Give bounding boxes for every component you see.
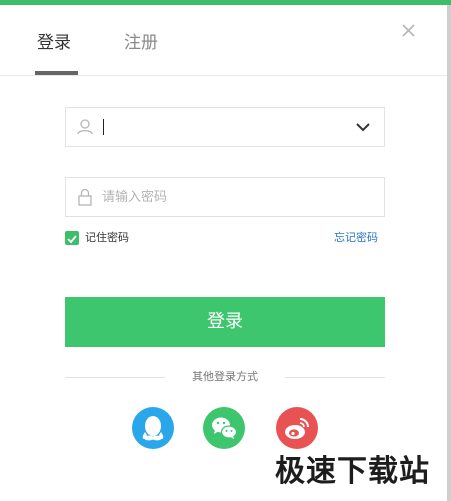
window-edge bbox=[447, 5, 451, 501]
chevron-down-icon[interactable] bbox=[353, 117, 373, 137]
active-tab-indicator bbox=[35, 71, 78, 75]
tab-register[interactable]: 注册 bbox=[124, 28, 158, 53]
watermark-logo: 极速下载站 bbox=[275, 454, 430, 489]
username-field[interactable] bbox=[65, 107, 385, 147]
qq-icon bbox=[142, 416, 164, 441]
weibo-login-button[interactable] bbox=[276, 407, 318, 449]
tab-login[interactable]: 登录 bbox=[37, 28, 71, 53]
weibo-icon bbox=[285, 418, 309, 439]
wechat-icon bbox=[212, 417, 238, 439]
checkbox-checked-icon[interactable] bbox=[65, 231, 79, 245]
remember-password-label: 记住密码 bbox=[85, 231, 129, 244]
login-dialog: 登录 注册 记住密码 忘记密码 登录 其他登录方式 bbox=[0, 5, 447, 501]
divider-left bbox=[65, 377, 165, 378]
login-button[interactable]: 登录 bbox=[65, 297, 385, 347]
text-caret bbox=[103, 119, 104, 135]
close-icon[interactable] bbox=[399, 21, 419, 41]
user-icon bbox=[75, 117, 95, 137]
username-input[interactable] bbox=[102, 115, 342, 139]
divider-right bbox=[285, 377, 385, 378]
password-input[interactable] bbox=[102, 185, 342, 209]
lock-icon bbox=[75, 187, 95, 207]
wechat-login-button[interactable] bbox=[203, 407, 245, 449]
password-field[interactable] bbox=[65, 177, 385, 217]
other-login-methods-label: 其他登录方式 bbox=[192, 370, 258, 383]
tab-bar: 登录 注册 bbox=[0, 5, 447, 76]
qq-login-button[interactable] bbox=[132, 407, 174, 449]
forgot-password-link[interactable]: 忘记密码 bbox=[334, 231, 378, 245]
